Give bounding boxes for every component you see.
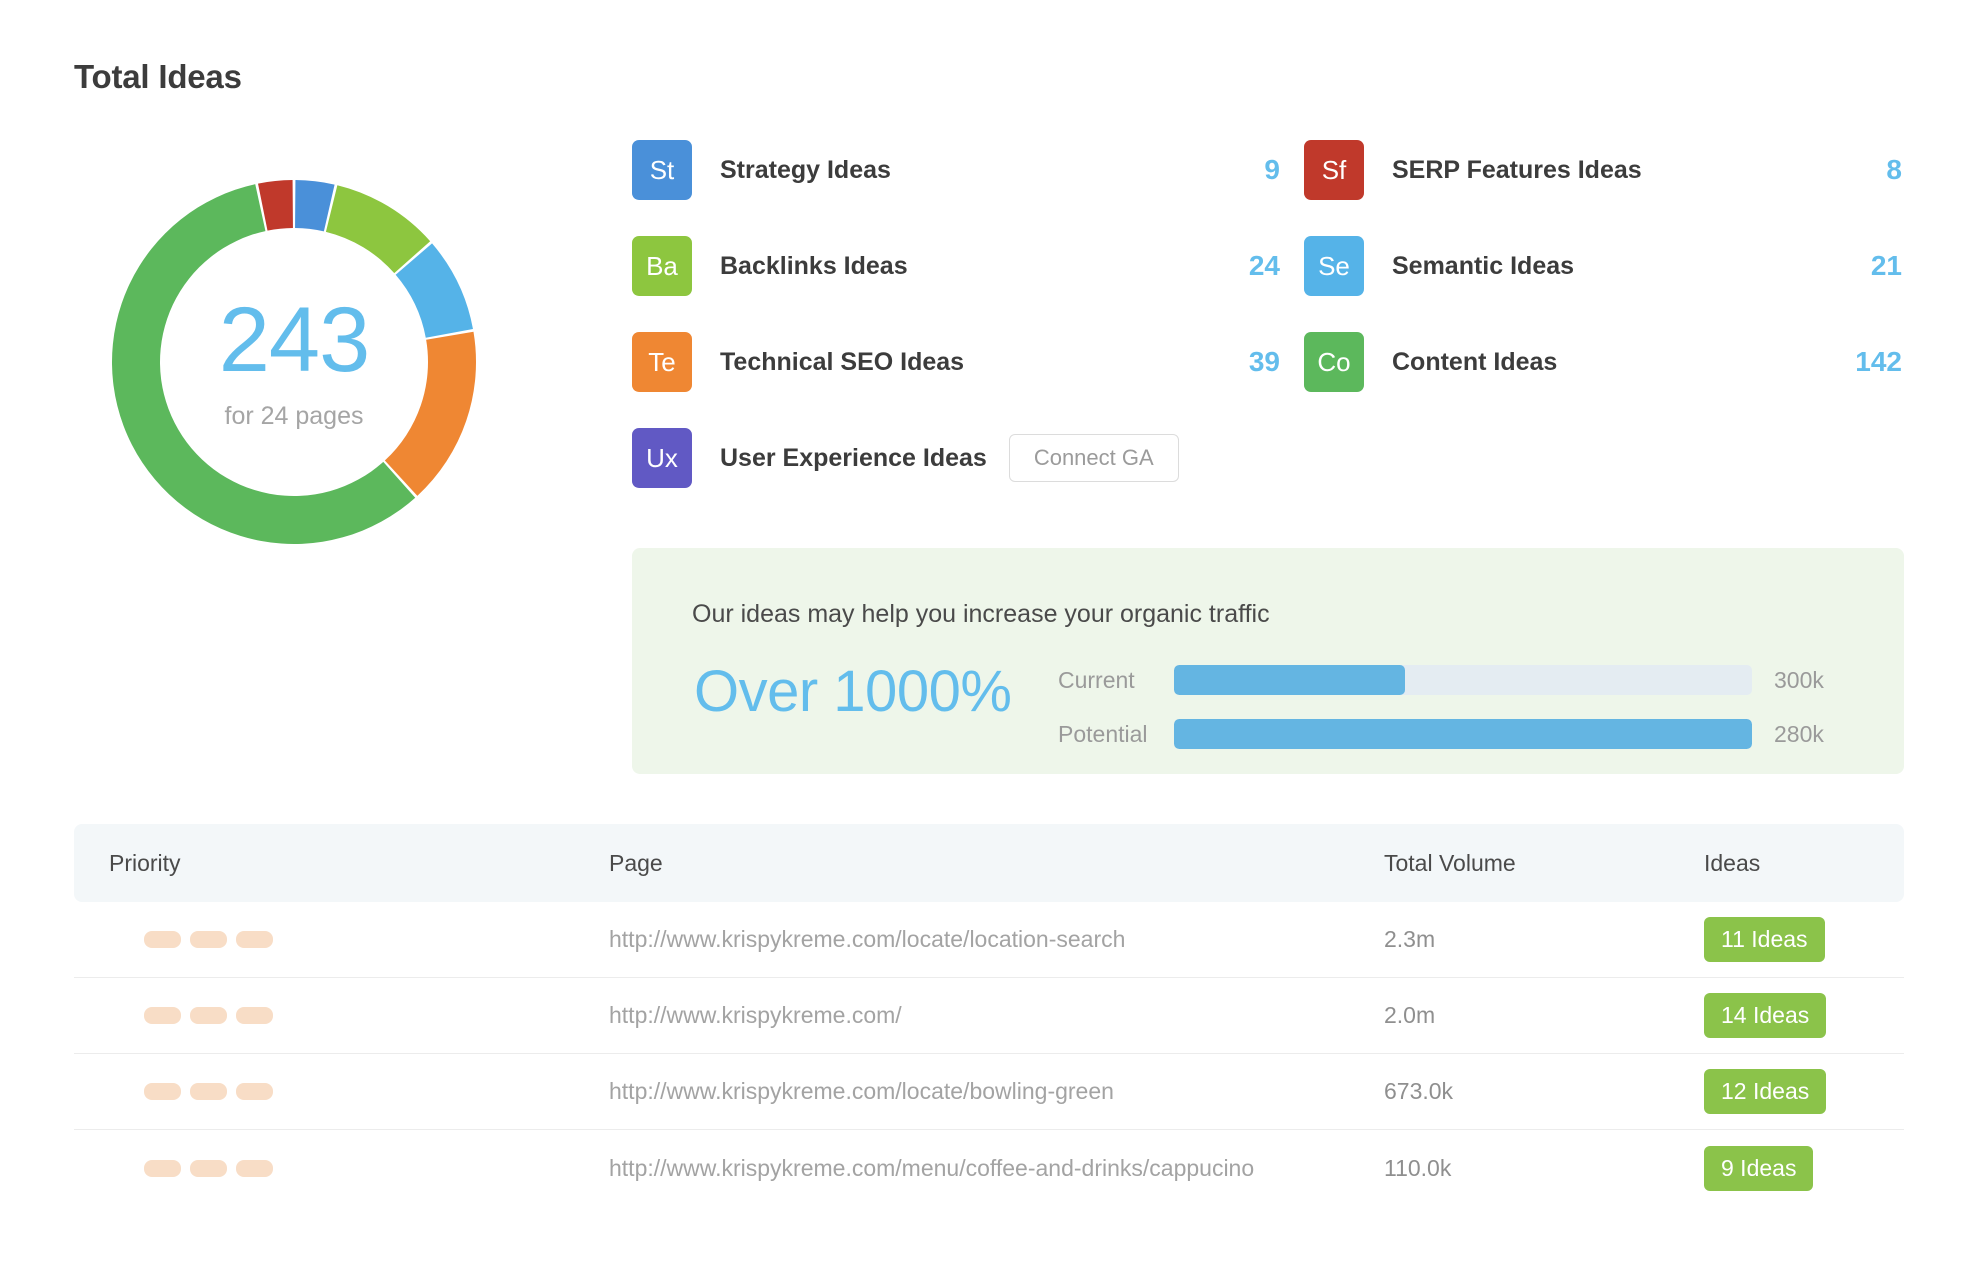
pages-table: Priority Page Total Volume Ideas http://… (74, 824, 1904, 1206)
priority-pill (190, 1159, 227, 1177)
page-url-cell[interactable]: http://www.krispykreme.com/ (609, 1002, 1384, 1029)
legend-badge-sf: Sf (1304, 140, 1364, 200)
total-volume-cell: 673.0k (1384, 1078, 1454, 1104)
column-header-page: Page (609, 849, 663, 876)
traffic-bars: Current 300k Potential 280k (1058, 660, 1848, 768)
priority-indicator (109, 931, 609, 948)
legend-label: User Experience Ideas (720, 443, 987, 472)
legend-row[interactable]: Co Content Ideas 142 (1304, 332, 1902, 392)
traffic-bar-fill (1174, 719, 1752, 749)
legend-label: SERP Features Ideas (1392, 155, 1642, 184)
legend-value: 142 (1855, 346, 1902, 377)
page-url-cell[interactable]: http://www.krispykreme.com/locate/bowlin… (609, 1078, 1384, 1105)
total-ideas-dashboard: Total Ideas 243 for 24 pages St Strategy … (0, 0, 1970, 1270)
priority-cell (74, 1159, 609, 1177)
legend-badge-ux: Ux (632, 428, 692, 488)
legend-value: 39 (1248, 346, 1280, 377)
donut-center-label: 243 for 24 pages (74, 142, 514, 582)
table-header-row: Priority Page Total Volume Ideas (74, 824, 1904, 902)
ideas-cell: 11 Ideas (1704, 917, 1904, 962)
legend-value: 21 (1870, 250, 1902, 281)
legend-column-left: St Strategy Ideas 9 Ba Backlinks Ideas 24 Te Te… (632, 140, 1304, 524)
traffic-panel-title: Our ideas may help you increase your org… (692, 600, 1270, 628)
table-row[interactable]: http://www.krispykreme.com/locate/locati… (74, 902, 1904, 978)
ideas-count-badge[interactable]: 14 Ideas (1704, 993, 1827, 1038)
traffic-bar-label: Current (1058, 666, 1135, 693)
priority-pill (190, 1007, 227, 1024)
legend-row[interactable]: Te Technical SEO Ideas 39 (632, 332, 1304, 392)
legend-label: Backlinks Ideas (720, 251, 908, 280)
legend-badge-se: Se (1304, 236, 1364, 296)
donut-total-value: 243 (218, 288, 370, 391)
priority-pill (144, 1159, 181, 1177)
total-volume-cell: 2.0m (1384, 1002, 1436, 1028)
priority-cell (74, 1007, 609, 1024)
priority-indicator (109, 1159, 609, 1177)
legend-badge-st: St (632, 140, 692, 200)
ideas-count-badge[interactable]: 9 Ideas (1704, 1145, 1814, 1191)
total-volume-cell: 110.0k (1384, 1154, 1452, 1181)
legend-badge-ba: Ba (632, 236, 692, 296)
legend-row[interactable]: Ba Backlinks Ideas 24 (632, 236, 1304, 296)
priority-pill (190, 931, 227, 948)
legend-row[interactable]: Sf SERP Features Ideas 8 (1304, 140, 1902, 200)
legend-row[interactable]: Ux User Experience Ideas Connect GA (632, 428, 1304, 488)
priority-pill (190, 1083, 227, 1100)
traffic-bar-track (1174, 719, 1752, 749)
column-header-ideas: Ideas (1704, 849, 1761, 876)
table-body: http://www.krispykreme.com/locate/locati… (74, 902, 1904, 1206)
traffic-bar-fill (1174, 665, 1406, 695)
legend-value: 8 (1886, 154, 1902, 185)
table-row[interactable]: http://www.krispykreme.com/locate/bowlin… (74, 1054, 1904, 1130)
total-ideas-donut-chart: 243 for 24 pages (74, 142, 514, 582)
legend-column-right: Sf SERP Features Ideas 8 Se Semantic Ideas 21… (1304, 140, 1902, 524)
organic-traffic-panel: Our ideas may help you increase your org… (632, 548, 1904, 774)
priority-pill (144, 1007, 181, 1024)
ideas-cell: 12 Ideas (1704, 1069, 1904, 1114)
page-title: Total Ideas (74, 58, 242, 95)
column-header-priority: Priority (109, 849, 181, 876)
ideas-cell: 14 Ideas (1704, 993, 1904, 1038)
traffic-bar-value: 300k (1774, 666, 1824, 693)
legend-badge-co: Co (1304, 332, 1364, 392)
ideas-legend: St Strategy Ideas 9 Ba Backlinks Ideas 24 Te Te… (632, 140, 1902, 524)
legend-value: 24 (1248, 250, 1280, 281)
page-url-cell[interactable]: http://www.krispykreme.com/locate/locati… (609, 926, 1384, 953)
donut-subtitle: for 24 pages (224, 401, 364, 430)
legend-label: Semantic Ideas (1392, 251, 1575, 280)
column-header-total-volume: Total Volume (1384, 849, 1516, 876)
priority-pill (236, 931, 273, 948)
legend-label: Technical SEO Ideas (720, 347, 965, 376)
traffic-bar-value: 280k (1774, 720, 1824, 747)
page-url-cell[interactable]: http://www.krispykreme.com/menu/coffee-a… (609, 1155, 1384, 1182)
traffic-bar-label: Potential (1058, 720, 1148, 747)
priority-cell (74, 931, 609, 948)
legend-value: 9 (1264, 154, 1280, 185)
priority-cell (74, 1083, 609, 1100)
table-row[interactable]: http://www.krispykreme.com/2.0m 14 Ideas (74, 978, 1904, 1054)
legend-row[interactable]: Se Semantic Ideas 21 (1304, 236, 1902, 296)
priority-pill (144, 931, 181, 948)
traffic-bar-track (1174, 665, 1752, 695)
ideas-count-badge[interactable]: 11 Ideas (1704, 917, 1825, 962)
legend-label: Strategy Ideas (720, 155, 891, 184)
traffic-bar-row: Current 300k (1058, 660, 1848, 700)
legend-row[interactable]: St Strategy Ideas 9 (632, 140, 1304, 200)
priority-pill (236, 1007, 273, 1024)
priority-indicator (109, 1083, 609, 1100)
priority-pill (236, 1159, 273, 1177)
traffic-increase-percent: Over 1000% (694, 659, 1012, 724)
table-row[interactable]: http://www.krispykreme.com/menu/coffee-a… (74, 1130, 1904, 1206)
connect-ga-button[interactable]: Connect GA (1008, 434, 1179, 482)
traffic-bar-row: Potential 280k (1058, 714, 1848, 754)
legend-label: Content Ideas (1392, 347, 1558, 376)
ideas-cell: 9 Ideas (1704, 1145, 1904, 1191)
priority-pill (144, 1083, 181, 1100)
legend-badge-te: Te (632, 332, 692, 392)
priority-pill (236, 1083, 273, 1100)
ideas-count-badge[interactable]: 12 Ideas (1704, 1069, 1827, 1114)
total-volume-cell: 2.3m (1384, 926, 1436, 952)
priority-indicator (109, 1007, 609, 1024)
